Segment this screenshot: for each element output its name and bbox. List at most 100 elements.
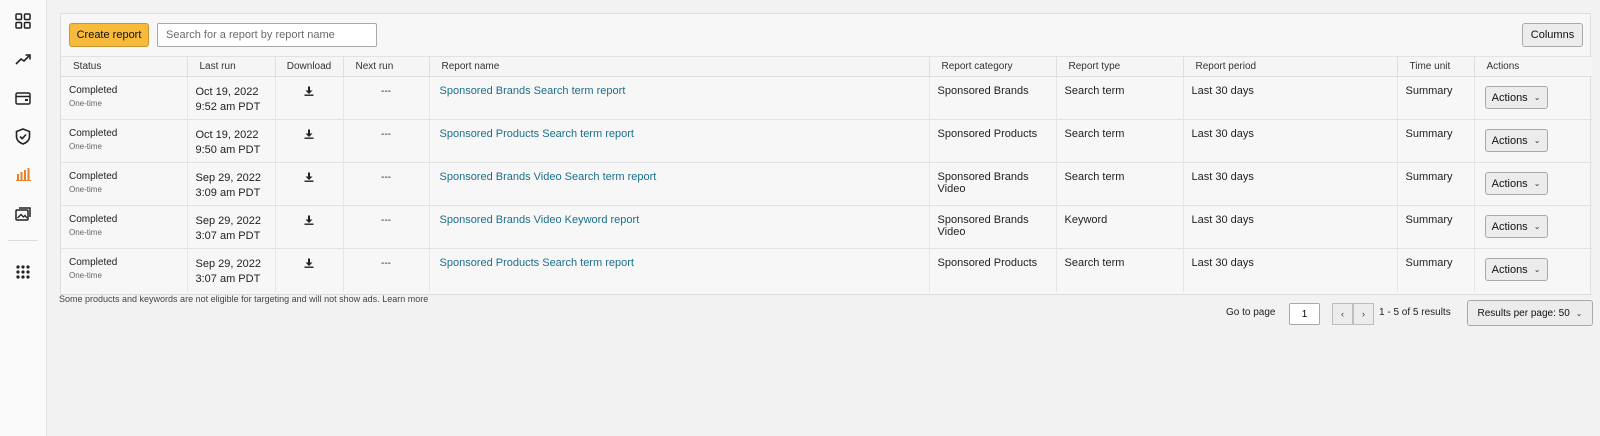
table-header-row: Status Last run Download Next run Report… xyxy=(61,56,1592,77)
last-run-time: 9:52 am PDT xyxy=(195,101,261,113)
report-name-link[interactable]: Sponsored Brands Search term report xyxy=(438,85,626,97)
actions-dropdown-button[interactable]: Actions ⌄ xyxy=(1484,172,1548,195)
report-search-input[interactable] xyxy=(157,23,377,47)
next-run-cell: --- xyxy=(343,205,430,249)
footnote-text: Some products and keywords are not eligi… xyxy=(59,294,380,304)
last-run-date: Oct 19, 2022 xyxy=(195,129,259,141)
wallet-icon[interactable] xyxy=(12,87,34,109)
actions-label: Actions xyxy=(1491,263,1528,276)
download-icon[interactable] xyxy=(304,86,314,99)
trending-up-icon[interactable] xyxy=(12,48,34,70)
next-run-value: --- xyxy=(381,172,391,183)
reports-panel: Create report Columns Status Last run Do… xyxy=(60,13,1592,295)
report-name-link[interactable]: Sponsored Products Search term report xyxy=(438,257,634,269)
report-name-cell: Sponsored Brands Video Keyword report xyxy=(429,205,930,249)
report-type-cell: Search term xyxy=(1056,119,1184,163)
report-category-cell: Sponsored Brands xyxy=(929,76,1057,120)
download-cell xyxy=(275,205,344,249)
header-report-type[interactable]: Report type xyxy=(1056,56,1184,77)
report-category-cell: Sponsored Products xyxy=(929,119,1057,163)
download-icon[interactable] xyxy=(304,215,314,228)
download-icon[interactable] xyxy=(304,129,314,142)
last-run-cell: Oct 19, 2022 9:52 am PDT xyxy=(187,76,276,120)
actions-label: Actions xyxy=(1491,91,1528,104)
actions-dropdown-button[interactable]: Actions ⌄ xyxy=(1484,129,1548,152)
report-name-link[interactable]: Sponsored Brands Video Keyword report xyxy=(438,214,640,226)
download-cell xyxy=(275,119,344,163)
last-run-cell: Oct 19, 2022 9:50 am PDT xyxy=(187,119,276,163)
header-report-period[interactable]: Report period xyxy=(1183,56,1398,77)
report-name-cell: Sponsored Brands Search term report xyxy=(429,76,930,120)
header-report-category[interactable]: Report category xyxy=(929,56,1057,77)
results-per-page-dropdown[interactable]: Results per page: 50 ⌄ xyxy=(1467,300,1593,326)
report-category-cell: Sponsored Products xyxy=(929,248,1057,292)
dashboard-grid-icon[interactable] xyxy=(12,10,34,32)
download-icon[interactable] xyxy=(304,258,314,271)
results-per-page-label: Results per page: 50 xyxy=(1477,307,1570,319)
chevron-right-icon: › xyxy=(1362,309,1365,319)
status-cell: Completed One-time xyxy=(61,119,188,163)
shield-icon[interactable] xyxy=(12,125,34,147)
download-icon[interactable] xyxy=(304,172,314,185)
header-status[interactable]: Status xyxy=(61,56,188,77)
download-cell xyxy=(275,162,344,206)
actions-cell: Actions ⌄ xyxy=(1474,120,1592,163)
last-run-cell: Sep 29, 2022 3:09 am PDT xyxy=(187,162,276,206)
actions-label: Actions xyxy=(1491,134,1528,147)
prev-page-button[interactable]: ‹ xyxy=(1332,303,1353,325)
columns-button[interactable]: Columns xyxy=(1522,23,1583,47)
header-next-run[interactable]: Next run xyxy=(343,56,430,77)
table-row: Completed One-time Oct 19, 2022 9:52 am PDT… xyxy=(61,76,1592,120)
create-report-button[interactable]: Create report xyxy=(69,23,149,47)
actions-dropdown-button[interactable]: Actions ⌄ xyxy=(1484,258,1548,281)
table-row: Completed One-time Sep 29, 2022 3:09 am PDT… xyxy=(61,162,1592,206)
status-frequency: One-time xyxy=(69,142,102,151)
last-run-time: 3:07 am PDT xyxy=(195,230,261,242)
table-row: Completed One-time Sep 29, 2022 3:07 am PDT… xyxy=(61,248,1592,292)
download-cell xyxy=(275,248,344,292)
next-run-cell: --- xyxy=(343,248,430,292)
eligibility-footnote: Some products and keywords are not eligi… xyxy=(59,294,428,304)
apps-grid-icon[interactable] xyxy=(12,261,34,283)
header-download: Download xyxy=(275,56,344,77)
report-period-cell: Last 30 days xyxy=(1183,162,1398,206)
chevron-down-icon: ⌄ xyxy=(1533,265,1541,274)
header-last-run[interactable]: Last run xyxy=(187,56,276,77)
status-text: Completed xyxy=(69,257,118,268)
report-type-cell: Keyword xyxy=(1056,205,1184,249)
last-run-time: 3:07 am PDT xyxy=(195,273,261,285)
report-name-link[interactable]: Sponsored Products Search term report xyxy=(438,128,634,140)
next-run-cell: --- xyxy=(343,162,430,206)
report-category-cell: Sponsored Brands Video xyxy=(929,205,1057,249)
page-number-input[interactable] xyxy=(1289,303,1320,325)
chevron-down-icon: ⌄ xyxy=(1533,222,1541,231)
report-name-cell: Sponsored Products Search term report xyxy=(429,248,930,292)
learn-more-link[interactable]: Learn more xyxy=(382,294,428,304)
report-type-cell: Search term xyxy=(1056,248,1184,292)
status-cell: Completed One-time xyxy=(61,248,188,292)
last-run-cell: Sep 29, 2022 3:07 am PDT xyxy=(187,248,276,292)
status-text: Completed xyxy=(69,128,118,139)
chevron-down-icon: ⌄ xyxy=(1533,136,1541,145)
last-run-time: 9:50 am PDT xyxy=(195,144,261,156)
chevron-down-icon: ⌄ xyxy=(1533,179,1541,188)
actions-cell: Actions ⌄ xyxy=(1474,249,1592,292)
last-run-date: Oct 19, 2022 xyxy=(195,86,259,98)
header-report-name[interactable]: Report name xyxy=(429,56,930,77)
time-unit-cell: Summary xyxy=(1397,162,1475,206)
actions-cell: Actions ⌄ xyxy=(1474,163,1592,206)
status-frequency: One-time xyxy=(69,99,102,108)
status-frequency: One-time xyxy=(69,185,102,194)
bar-chart-icon[interactable] xyxy=(12,163,34,185)
next-page-button[interactable]: › xyxy=(1353,303,1374,325)
status-cell: Completed One-time xyxy=(61,205,188,249)
time-unit-cell: Summary xyxy=(1397,119,1475,163)
status-text: Completed xyxy=(69,171,118,182)
last-run-cell: Sep 29, 2022 3:07 am PDT xyxy=(187,205,276,249)
actions-dropdown-button[interactable]: Actions ⌄ xyxy=(1484,86,1548,109)
report-name-cell: Sponsored Brands Video Search term repor… xyxy=(429,162,930,206)
report-name-link[interactable]: Sponsored Brands Video Search term repor… xyxy=(438,171,657,183)
media-library-icon[interactable] xyxy=(12,202,34,224)
header-time-unit[interactable]: Time unit xyxy=(1397,56,1475,77)
actions-dropdown-button[interactable]: Actions ⌄ xyxy=(1484,215,1548,238)
